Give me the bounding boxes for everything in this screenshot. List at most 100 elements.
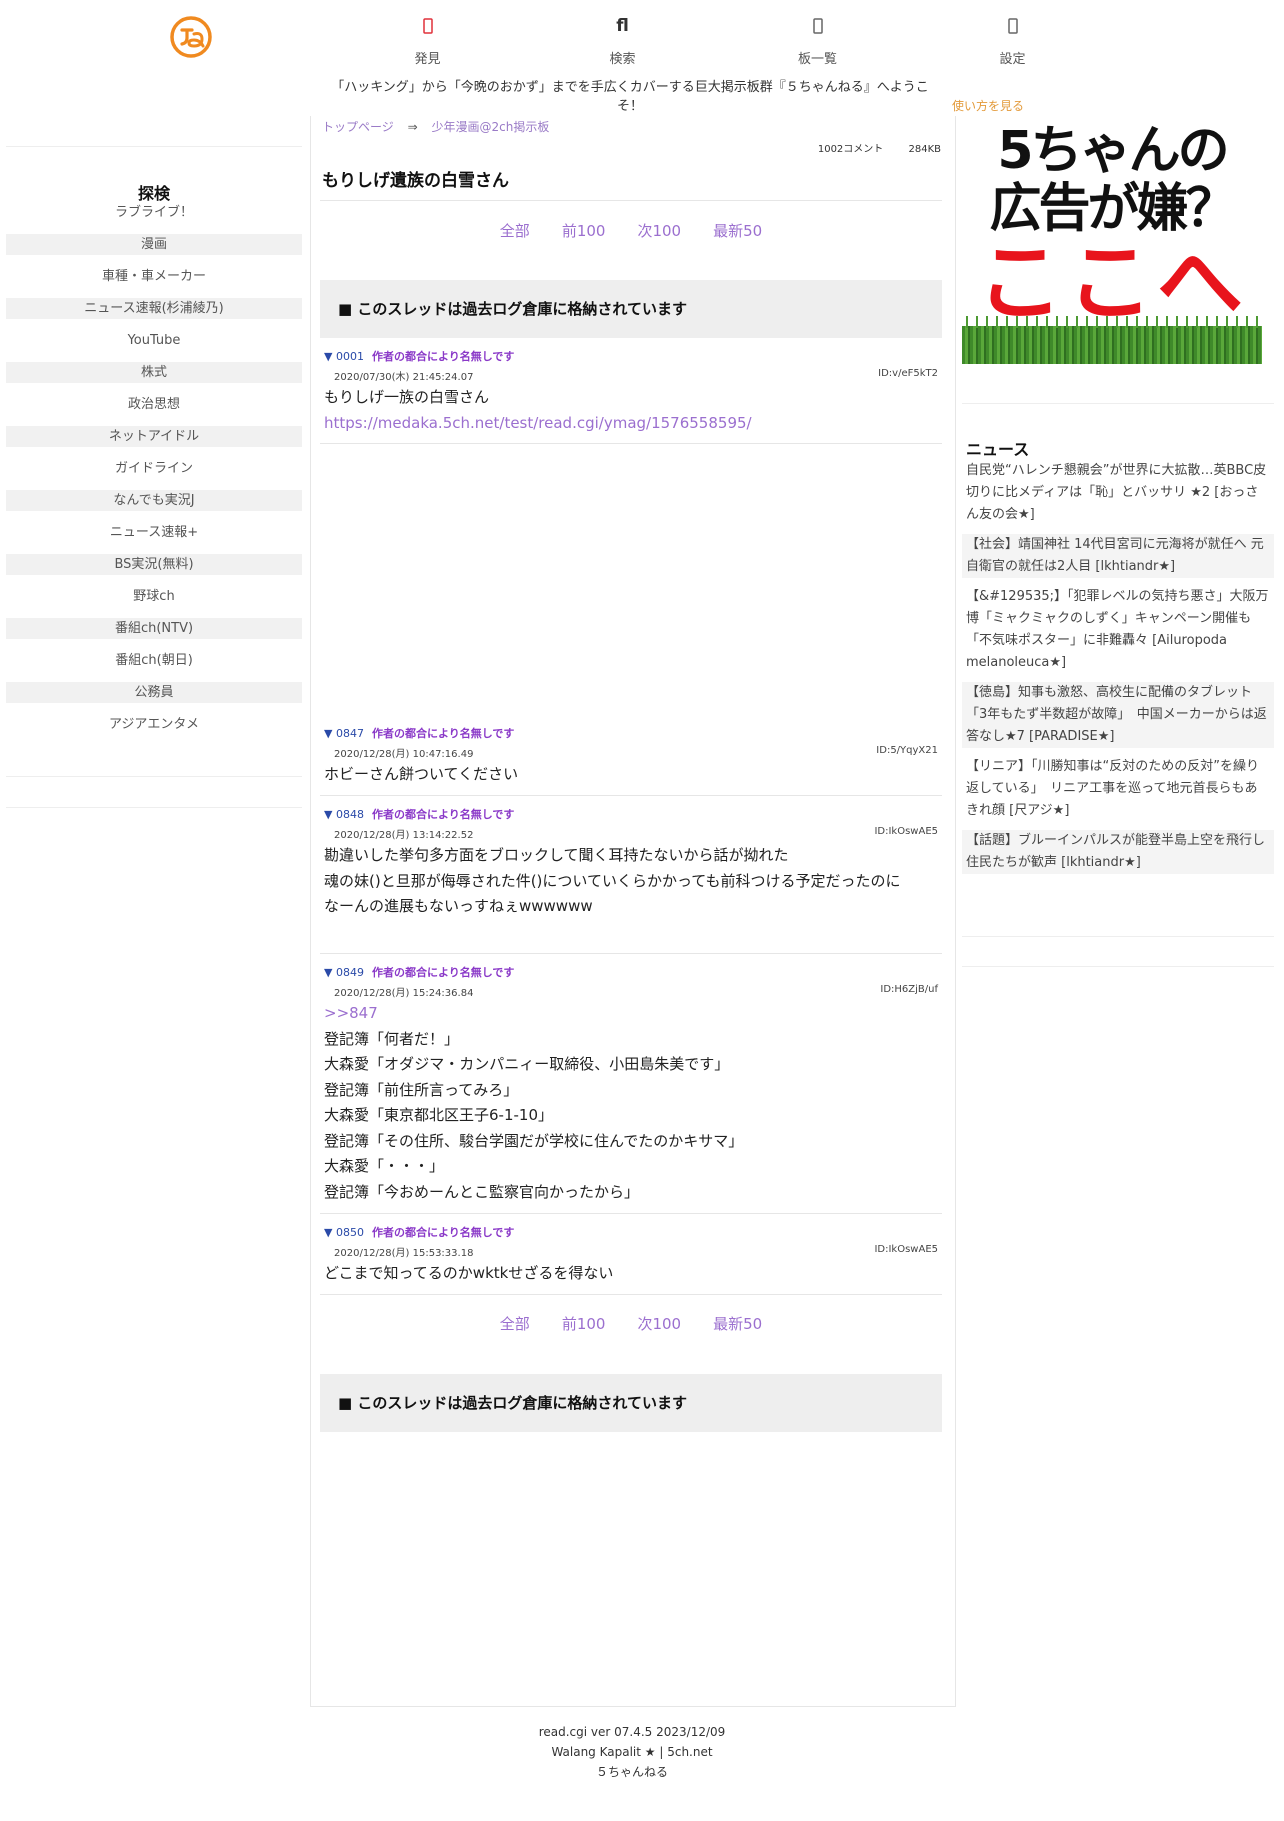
breadcrumb: トップページ ⇒ 少年漫画@2ch掲示板	[322, 118, 549, 135]
post-author: 作者の都合により名無しです	[371, 350, 515, 363]
ad-banner[interactable]: 5ちゃんの 広告が嫌？ ここへ	[962, 118, 1262, 364]
post-number[interactable]: ▼ 0848	[324, 808, 364, 821]
post-line: 大森愛「東京都北区王子6-1-10」	[324, 1106, 554, 1124]
footer: read.cgi ver 07.4.5 2023/12/09 Walang Ka…	[310, 1722, 954, 1782]
divider	[320, 1294, 942, 1295]
post-line: 登記簿「今おめーんとこ監察官向かったから」	[324, 1182, 640, 1201]
pager-latest50[interactable]: 最新50	[713, 220, 762, 241]
sidebar-item[interactable]: 野球ch	[6, 586, 302, 607]
post-line: 大森愛「・・・」	[324, 1157, 445, 1175]
explore-list: ラブライブ！ 漫画 車種・車メーカー ニュース速報(杉浦綾乃) YouTube …	[6, 202, 302, 746]
board-list-icon	[720, 14, 915, 38]
nav-board-list[interactable]: 板一覧	[720, 14, 915, 67]
site-tagline: 「ハッキング」から「今晩のおかず」までを手広くカバーする巨大掲示板群『５ちゃんね…	[331, 80, 929, 114]
search-icon: fl	[616, 16, 629, 36]
pager-all[interactable]: 全部	[500, 220, 530, 241]
discover-icon	[330, 14, 525, 38]
how-to-link[interactable]: 使い方を見る	[952, 97, 1024, 114]
pager-next100[interactable]: 次100	[637, 220, 681, 241]
footer-credit[interactable]: Walang Kapalit ★ | 5ch.net	[310, 1742, 954, 1762]
pager-prev100[interactable]: 前100	[562, 1313, 606, 1334]
sidebar-item[interactable]: ガイドライン	[6, 458, 302, 479]
archived-notice: ■ このスレッドは過去ログ倉庫に格納されています	[320, 1374, 942, 1432]
post-number[interactable]: ▼ 0001	[324, 350, 364, 363]
news-item[interactable]: 【&#129535;】「犯罪レベルの気持ち悪さ」大阪万博「ミャクミャクのしずく」…	[962, 586, 1274, 674]
sidebar-item[interactable]: ネットアイドル	[6, 426, 302, 447]
pager-top: 全部 前100 次100 最新50	[320, 220, 942, 241]
pager-next100[interactable]: 次100	[637, 1313, 681, 1334]
post-line: 登記簿「前住所言ってみろ」	[324, 1080, 519, 1099]
site-logo[interactable]	[170, 16, 212, 58]
nav-discover[interactable]: 発見	[330, 14, 525, 67]
sidebar-item[interactable]: アジアエンタメ	[6, 714, 302, 735]
post-date: 2020/12/28(月) 13:14:22.52	[334, 830, 474, 841]
post: ▼ 0001 作者の都合により名無しです 2020/07/30(木) 21:45:…	[324, 348, 940, 436]
comment-count: 1002コメント	[817, 144, 884, 155]
settings-icon	[915, 14, 1110, 38]
sidebar-item[interactable]: 株式	[6, 362, 302, 383]
post-id[interactable]: ID:v/eF5kT2	[878, 368, 938, 383]
post: ▼ 0850 作者の都合により名無しです 2020/12/28(月) 15:53:…	[324, 1224, 940, 1287]
post-line: 登記簿「何者だ！」	[324, 1029, 460, 1048]
sidebar-item[interactable]: 車種・車メーカー	[6, 266, 302, 287]
news-item[interactable]: 【リニア】「川勝知事は“反対のための反対”を繰り返している」 リニア工事を巡って…	[962, 756, 1274, 822]
pager-bottom: 全部 前100 次100 最新50	[320, 1313, 942, 1334]
post-id[interactable]: ID:H6ZjB/uf	[880, 984, 938, 999]
sidebar-item[interactable]: 政治思想	[6, 394, 302, 415]
post-author: 作者の都合により名無しです	[371, 727, 515, 740]
sidebar-item[interactable]: なんでも実況J	[6, 490, 302, 511]
nav-settings[interactable]: 設定	[915, 14, 1110, 67]
post-number[interactable]: ▼ 0850	[324, 1226, 364, 1239]
ad-line: 広告が嫌？	[989, 179, 1237, 239]
post-link[interactable]: https://medaka.5ch.net/test/read.cgi/yma…	[324, 411, 940, 437]
nav-search[interactable]: fl 検索	[525, 14, 720, 67]
sidebar-item[interactable]: 番組ch(朝日)	[6, 650, 302, 671]
sidebar-item[interactable]: BS実況(無料)	[6, 554, 302, 575]
sidebar-item[interactable]: ニュース速報+	[6, 522, 302, 543]
footer-version: read.cgi ver 07.4.5 2023/12/09	[538, 1725, 726, 1739]
breadcrumb-board-link[interactable]: 少年漫画@2ch掲示板	[431, 120, 549, 134]
post: ▼ 0848 作者の都合により名無しです 2020/12/28(月) 13:14:…	[324, 806, 940, 920]
sidebar-item[interactable]: 番組ch(NTV)	[6, 618, 302, 639]
post-id[interactable]: ID:IkOswAE5	[874, 826, 938, 841]
post-id[interactable]: ID:IkOswAE5	[874, 1244, 938, 1259]
divider	[962, 403, 1274, 404]
post: ▼ 0849 作者の都合により名無しです 2020/12/28(月) 15:24:…	[324, 964, 940, 1205]
nav-settings-label: 設定	[999, 52, 1026, 67]
breadcrumb-top-link[interactable]: トップページ	[322, 120, 394, 134]
sidebar-item[interactable]: ラブライブ！	[6, 202, 302, 223]
thread-title: もりしげ遺族の白雪さん	[322, 171, 509, 191]
nav-board-list-label: 板一覧	[797, 52, 837, 67]
post-date: 2020/07/30(木) 21:45:24.07	[334, 372, 474, 383]
news-item[interactable]: 【話題】ブルーインパルスが能登半島上空を飛行し 住民たちが歓声 [lkhtian…	[962, 830, 1274, 874]
pager-latest50[interactable]: 最新50	[713, 1313, 762, 1334]
breadcrumb-arrow: ⇒	[407, 120, 418, 134]
post-line: 魂の妹()と旦那が侮辱された件()についていくらかかっても前科つける予定だったの…	[324, 871, 901, 890]
pager-all[interactable]: 全部	[500, 1313, 530, 1334]
sidebar-item[interactable]: YouTube	[6, 330, 302, 351]
sidebar-item[interactable]: ニュース速報(杉浦綾乃)	[6, 298, 302, 319]
sidebar-item[interactable]: 公務員	[6, 682, 302, 703]
post-number[interactable]: ▼ 0849	[324, 966, 364, 979]
thread-meta: 1002コメント 284KB	[796, 140, 941, 155]
divider	[320, 1213, 942, 1214]
post-number[interactable]: ▼ 0847	[324, 727, 364, 740]
post-line: なーんの進展もないっすねぇwwwwww	[324, 897, 593, 915]
divider	[320, 953, 942, 954]
divider	[6, 807, 302, 808]
top-nav: 発見 fl 検索 板一覧 設定	[330, 14, 1110, 67]
post-date: 2020/12/28(月) 10:47:16.49	[334, 749, 474, 760]
news-item[interactable]: 【徳島】知事も激怒、高校生に配備のタブレット「3年もたず半数超が故障」 中国メー…	[962, 682, 1274, 748]
sidebar-item[interactable]: 漫画	[6, 234, 302, 255]
post-line: ホビーさん餅ついてください	[324, 765, 519, 783]
pager-prev100[interactable]: 前100	[562, 220, 606, 241]
post-id[interactable]: ID:5/YqyX21	[876, 745, 938, 760]
reply-anchor[interactable]: >>847	[324, 1001, 940, 1027]
nav-search-label: 検索	[609, 52, 636, 67]
divider	[320, 200, 942, 201]
post-line: どこまで知ってるのかwktkせざるを得ない	[324, 1264, 614, 1282]
news-item[interactable]: 【社会】靖国神社 14代目宮司に元海将が就任へ 元自衛官の就任は2人目 [lkh…	[962, 534, 1274, 578]
post-author: 作者の都合により名無しです	[371, 808, 515, 821]
news-item[interactable]: 自民党“ハレンチ懇親会”が世界に大拡散…英BBC皮切りに比メディアは「恥」とバッ…	[962, 460, 1274, 526]
ad-line: ここへ	[977, 233, 1247, 333]
